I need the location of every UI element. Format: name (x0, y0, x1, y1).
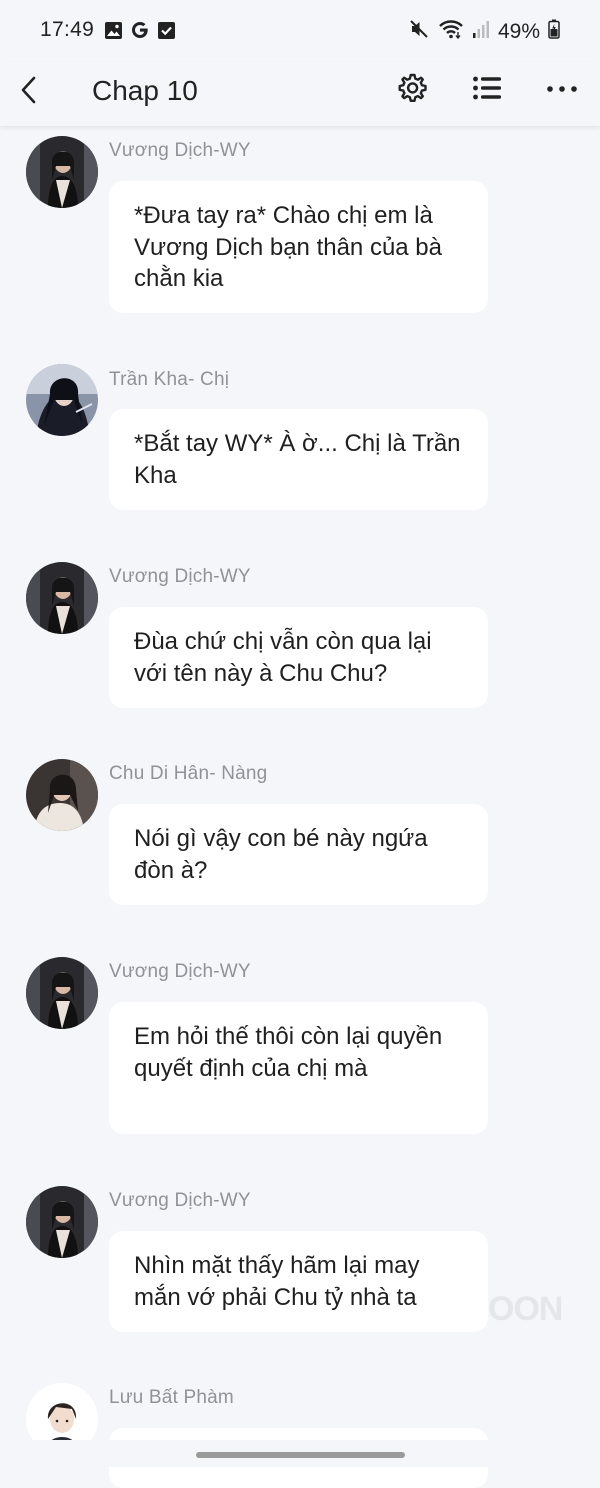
message-bubble[interactable]: Nói gì vậy con bé này ngứa đòn à? (109, 804, 488, 905)
watermark: OON (488, 1290, 563, 1328)
sender-name: Vương Dịch-WY (109, 1190, 251, 1211)
message-bubble[interactable]: *Đưa tay ra* Chào chị em là Vương Dịch b… (109, 181, 488, 313)
sender-name: Trần Kha- Chị (109, 369, 230, 390)
sender-name: Vương Dịch-WY (109, 566, 251, 587)
avatar-vuong-dich[interactable] (26, 957, 98, 1029)
message-bubble[interactable]: Em hỏi thế thôi còn lại quyền quyết định… (109, 1002, 488, 1134)
avatar-vuong-dich[interactable] (26, 562, 98, 634)
sender-name: Vương Dịch-WY (109, 140, 251, 161)
message-bubble[interactable]: *Bắt tay WY* À ờ... Chị là Trần Kha (109, 409, 488, 510)
avatar-vuong-dich[interactable] (26, 136, 98, 208)
list-icon (472, 75, 502, 106)
message-bubble[interactable]: Đùa chứ chị vẫn còn qua lại với tên này … (109, 607, 488, 708)
home-indicator[interactable] (196, 1452, 405, 1458)
sender-name: Chu Di Hân- Nàng (109, 763, 268, 784)
settings-button[interactable] (394, 72, 430, 108)
more-options-button[interactable] (544, 72, 580, 108)
chat-message-list[interactable]: Vương Dịch-WY *Đưa tay ra* Chào chị em l… (0, 0, 600, 1488)
chapter-title: Chap 10 (92, 75, 198, 106)
sender-name: Vương Dịch-WY (109, 961, 251, 982)
sender-name: Lưu Bất Phàm (109, 1387, 234, 1408)
avatar-vuong-dich[interactable] (26, 1186, 98, 1258)
app-bar: Chap 10 (0, 62, 600, 126)
avatar-chu-di-han[interactable] (26, 759, 98, 831)
settings-icon (396, 72, 428, 109)
back-icon (19, 75, 39, 110)
message-bubble[interactable]: Nhìn mặt thấy hãm lại may mắn vớ phải Ch… (109, 1231, 488, 1332)
avatar-tran-kha[interactable] (26, 364, 98, 436)
chapter-list-button[interactable] (469, 72, 505, 108)
back-button[interactable] (14, 72, 44, 112)
more-icon (546, 81, 578, 99)
